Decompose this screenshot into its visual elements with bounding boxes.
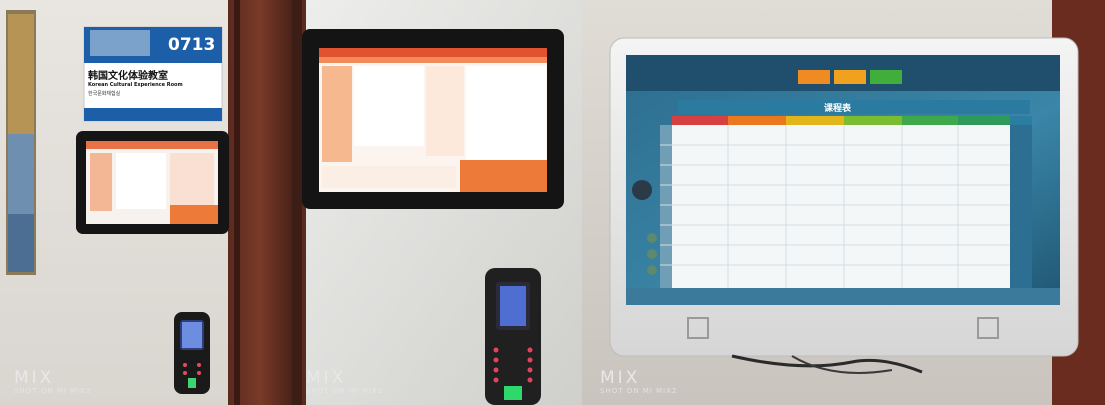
photo-panel-wall-display: MIX SHOT ON MI MIX2 bbox=[292, 0, 582, 405]
door-sign-photo bbox=[0, 0, 292, 405]
photo-panel-door-sign: 0713 韩国文化体验教室 Korean Cultural Experience… bbox=[0, 0, 292, 405]
watermark-caption: SHOT ON MI MIX2 bbox=[306, 387, 384, 395]
watermark-brand: MIX bbox=[14, 368, 55, 388]
photo-panel-timetable-monitor: 课程表 MIX SHOT ON MI MIX2 bbox=[582, 0, 1105, 405]
camera-watermark: MIX SHOT ON MI MIX2 bbox=[600, 368, 678, 396]
room-title-english: Korean Cultural Experience Room bbox=[88, 82, 183, 88]
watermark-brand: MIX bbox=[306, 368, 347, 388]
header-button-2[interactable] bbox=[834, 70, 866, 84]
header-button-1[interactable] bbox=[798, 70, 830, 84]
room-number: 0713 bbox=[168, 35, 216, 55]
watermark-caption: SHOT ON MI MIX2 bbox=[14, 387, 92, 395]
watermark-caption: SHOT ON MI MIX2 bbox=[600, 387, 678, 395]
timetable-monitor-photo bbox=[582, 0, 1105, 405]
room-title-chinese: 韩国文化体验教室 bbox=[88, 71, 168, 82]
timetable-title: 课程表 bbox=[824, 104, 852, 114]
watermark-brand: MIX bbox=[600, 368, 641, 388]
wall-display-photo bbox=[292, 0, 582, 405]
camera-watermark: MIX SHOT ON MI MIX2 bbox=[14, 368, 92, 396]
header-button-3[interactable] bbox=[870, 70, 902, 84]
camera-watermark: MIX SHOT ON MI MIX2 bbox=[306, 368, 384, 396]
photo-collage: 0713 韩国文化体验教室 Korean Cultural Experience… bbox=[0, 0, 1105, 405]
timetable-header-buttons bbox=[798, 70, 908, 86]
room-title-korean: 한국문화체험실 bbox=[88, 91, 121, 97]
